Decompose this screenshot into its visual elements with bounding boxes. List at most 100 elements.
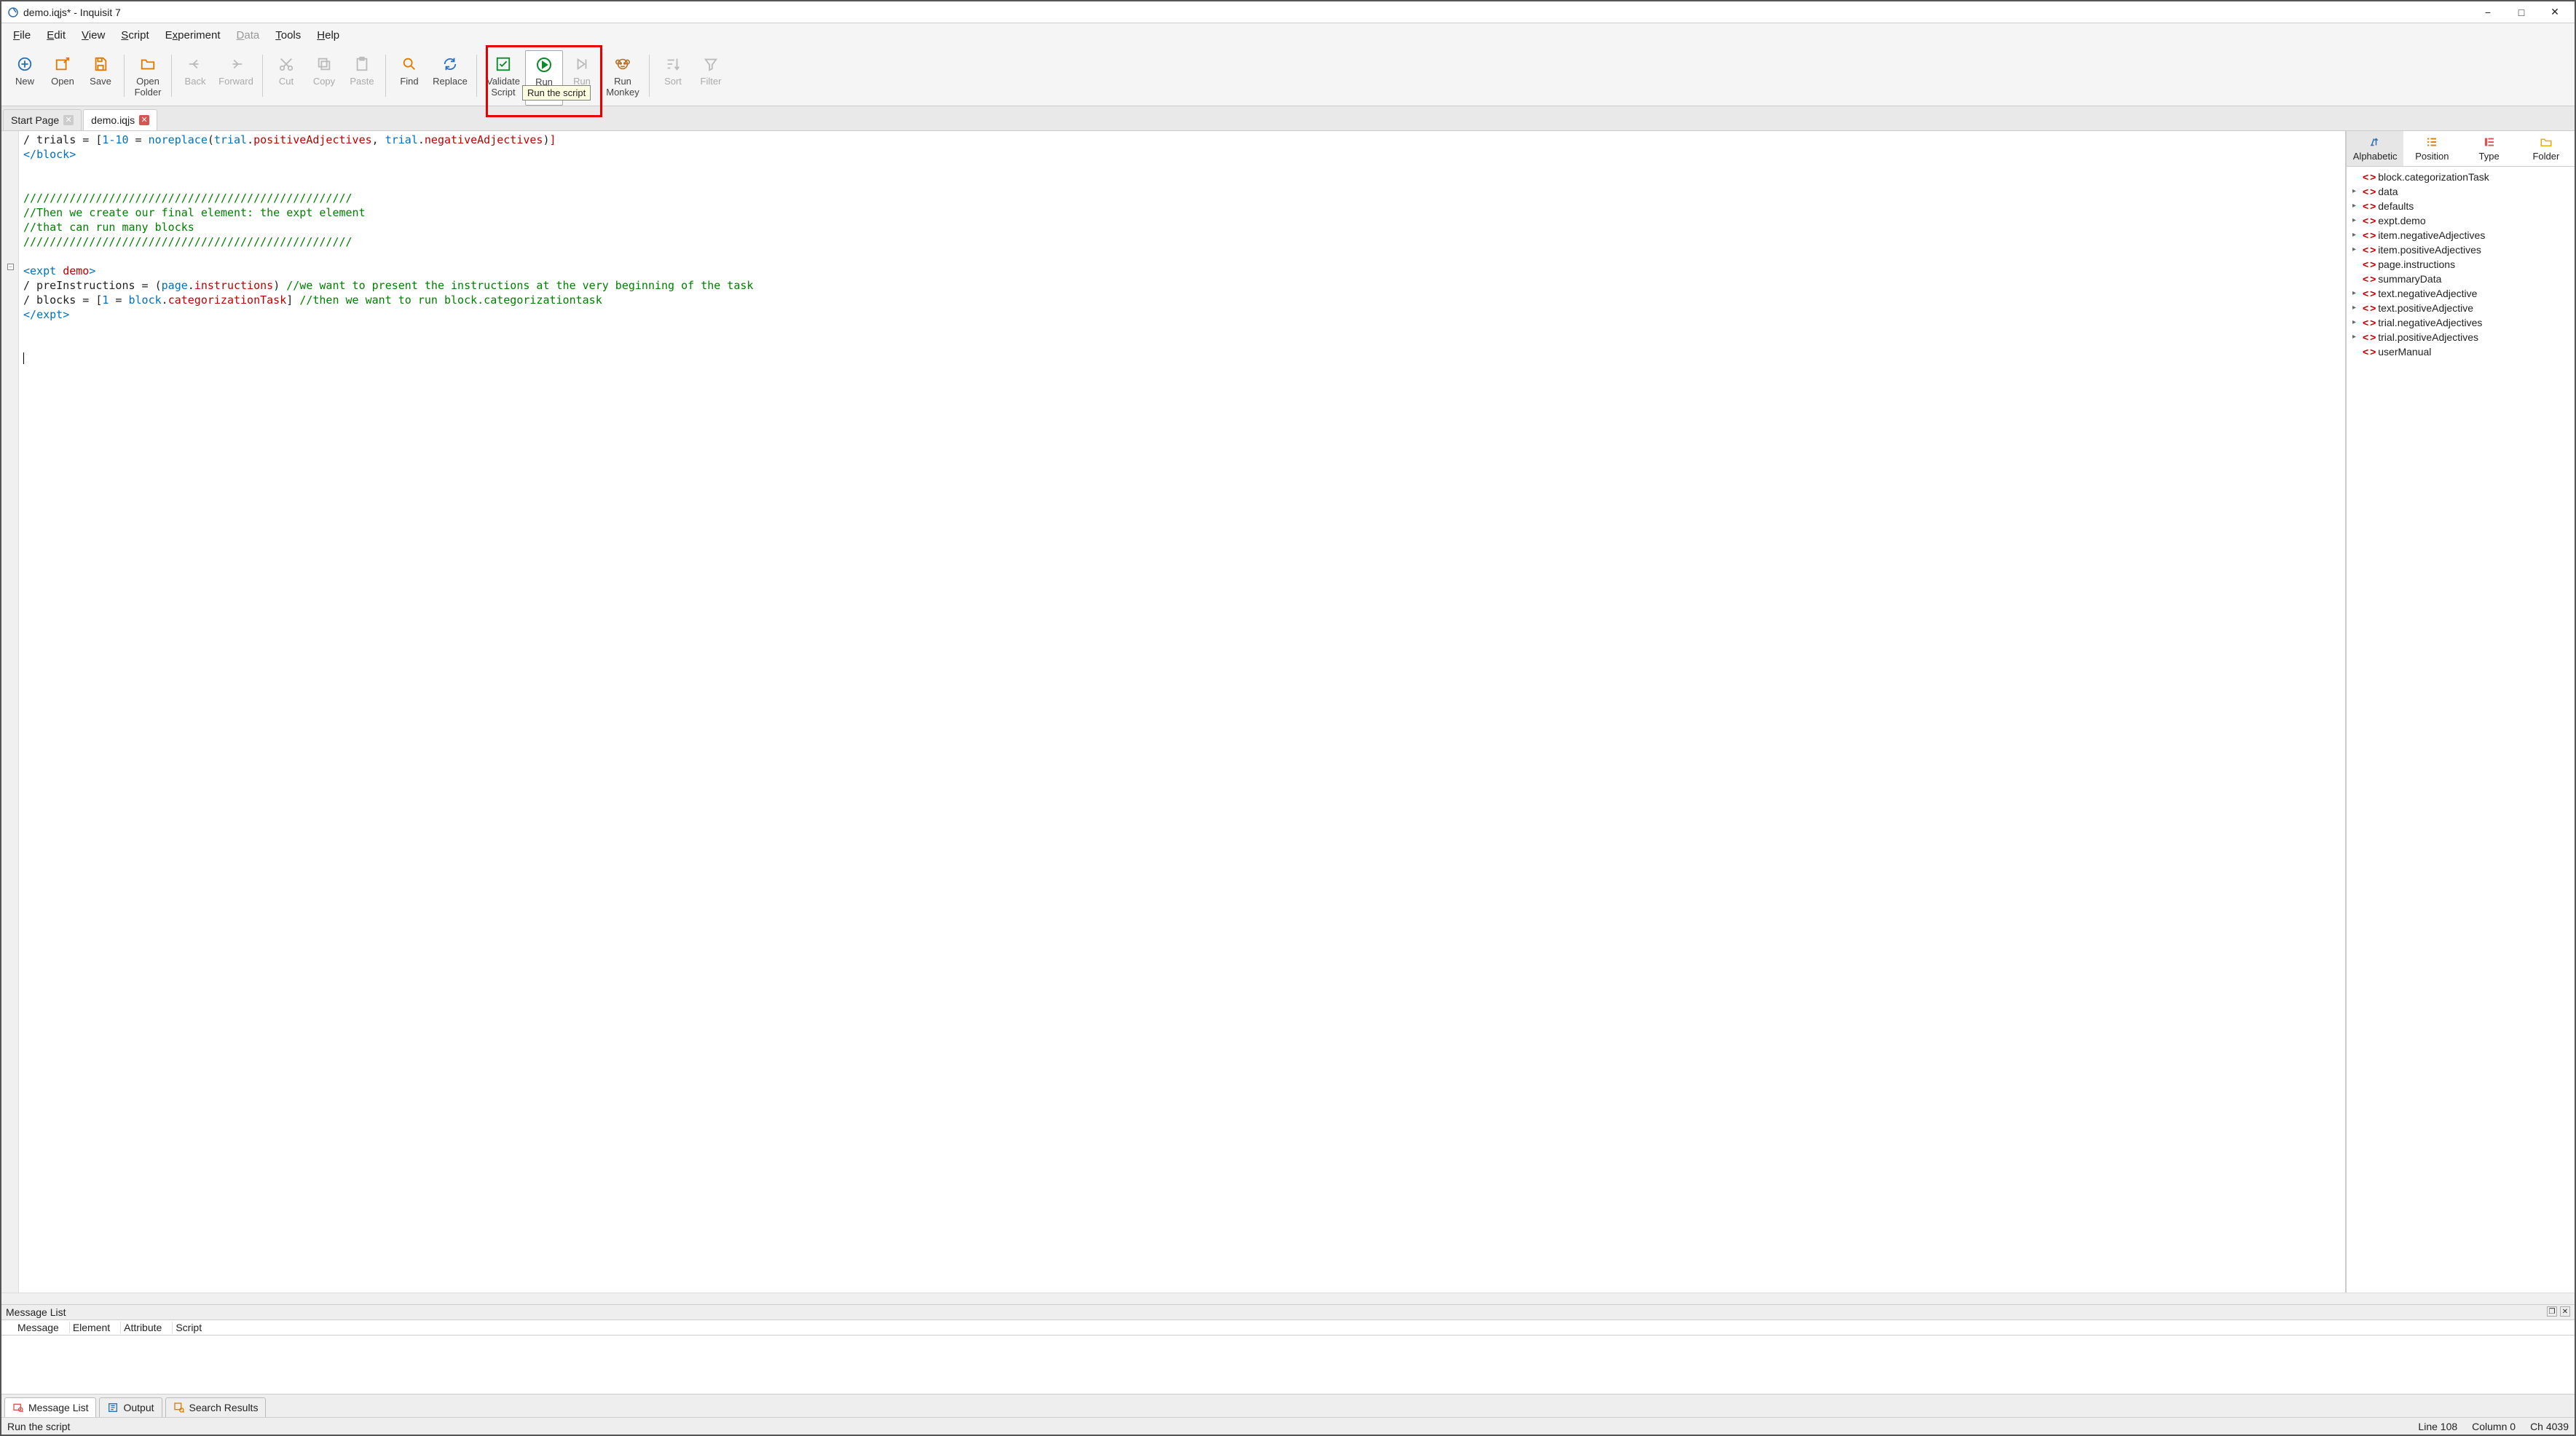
menu-experiment[interactable]: Experiment (158, 26, 228, 44)
tag-icon: < > (2363, 215, 2375, 226)
tree-item[interactable]: < >block.categorizationTask (2347, 170, 2575, 184)
tab-search-results[interactable]: Search Results (165, 1397, 267, 1417)
caret-icon[interactable]: ▸ (2352, 216, 2360, 224)
open-icon (55, 55, 71, 74)
paste-icon (354, 55, 370, 74)
tree-item-label: text.negativeAdjective (2378, 288, 2477, 299)
caret-icon[interactable]: ▸ (2352, 202, 2360, 210)
save-icon (92, 55, 109, 74)
caret-icon[interactable]: ▸ (2352, 304, 2360, 312)
tree-item[interactable]: ▸< >text.negativeAdjective (2347, 286, 2575, 301)
tab-output[interactable]: Output (99, 1397, 162, 1417)
tree-item[interactable]: ▸< >defaults (2347, 199, 2575, 213)
col-element[interactable]: Element (73, 1322, 121, 1333)
toolbar-find[interactable]: Find (390, 50, 428, 106)
check-box-icon (495, 55, 511, 74)
tag-icon: < > (2363, 317, 2375, 328)
tree-item[interactable]: ▸< >item.negativeAdjectives (2347, 228, 2575, 242)
sort-alpha-icon (2368, 135, 2382, 149)
view-tab-type[interactable]: Type (2461, 131, 2518, 166)
fold-minus-icon[interactable]: − (7, 264, 14, 270)
toolbar-copy[interactable]: Copy (305, 50, 343, 106)
step-forward-icon (574, 55, 590, 74)
toolbar-filter[interactable]: Filter (692, 50, 730, 106)
toolbar-open[interactable]: Open (44, 50, 82, 106)
tag-icon: < > (2363, 259, 2375, 270)
close-icon[interactable]: ✕ (63, 115, 74, 125)
close-button[interactable]: ✕ (2538, 2, 2572, 23)
toolbar-validate[interactable]: Validate Script (481, 50, 525, 106)
menu-view[interactable]: View (74, 26, 112, 44)
caret-icon[interactable]: ▸ (2352, 318, 2360, 326)
caret-icon[interactable]: ▸ (2352, 245, 2360, 253)
tree-item-label: userManual (2378, 346, 2431, 358)
tag-icon: < > (2363, 186, 2375, 197)
tree-item[interactable]: < >userManual (2347, 344, 2575, 359)
view-tab-alphabetic[interactable]: Alphabetic (2347, 131, 2403, 166)
tree-item-label: data (2378, 186, 2398, 197)
view-tab-folder[interactable]: Folder (2518, 131, 2575, 166)
col-attribute[interactable]: Attribute (124, 1322, 173, 1333)
tag-icon: < > (2363, 288, 2375, 299)
toolbar-open-folder[interactable]: Open Folder (129, 50, 167, 106)
toolbar-run-monkey[interactable]: Run Monkey (601, 50, 645, 106)
message-list-panel: Message List ❐ ✕ Message Element Attribu… (1, 1304, 2575, 1394)
tooltip-run: Run the script (522, 85, 591, 100)
tree-item[interactable]: ▸< >trial.negativeAdjectives (2347, 315, 2575, 330)
caret-icon[interactable]: ▸ (2352, 231, 2360, 239)
menu-data[interactable]: Data (229, 26, 267, 44)
caret-icon[interactable]: ▸ (2352, 333, 2360, 341)
tree-item[interactable]: ▸< >data (2347, 184, 2575, 199)
tree-item[interactable]: ▸< >text.positiveAdjective (2347, 301, 2575, 315)
close-icon[interactable]: ✕ (139, 115, 149, 125)
menu-tools[interactable]: Tools (268, 26, 308, 44)
toolbar-forward[interactable]: Forward (214, 50, 258, 106)
caret-icon[interactable]: ▸ (2352, 289, 2360, 297)
search-icon (401, 55, 417, 74)
code-editor[interactable]: / trials = [1-10 = noreplace(trial.posit… (19, 131, 2345, 1293)
message-list-title: Message List (6, 1306, 66, 1318)
outline-tree[interactable]: < >block.categorizationTask▸< >data▸< >d… (2347, 167, 2575, 1293)
tree-item[interactable]: ▸< >expt.demo (2347, 213, 2575, 228)
app-icon (7, 7, 19, 18)
toolbar-cut[interactable]: Cut (267, 50, 305, 106)
tree-item[interactable]: ▸< >trial.positiveAdjectives (2347, 330, 2575, 344)
menu-script[interactable]: Script (114, 26, 156, 44)
tag-icon: < > (2363, 346, 2375, 358)
cut-icon (278, 55, 294, 74)
tree-item-label: defaults (2378, 200, 2414, 212)
col-message[interactable]: Message (17, 1322, 70, 1333)
panel-close-icon[interactable]: ✕ (2560, 1306, 2570, 1317)
menu-bar: File Edit View Script Experiment Data To… (1, 23, 2575, 47)
tab-start-page[interactable]: Start Page ✕ (3, 109, 82, 130)
toolbar-sort[interactable]: Sort (654, 50, 692, 106)
toolbar-replace[interactable]: Replace (428, 50, 472, 106)
maximize-button[interactable]: □ (2505, 2, 2538, 23)
arrow-right-icon (228, 55, 244, 74)
minimize-button[interactable]: − (2471, 2, 2505, 23)
tree-item-label: summaryData (2378, 273, 2441, 285)
menu-file[interactable]: File (6, 26, 38, 44)
tree-item[interactable]: ▸< >item.positiveAdjectives (2347, 242, 2575, 257)
horizontal-scrollbar[interactable] (1, 1293, 2575, 1304)
toolbar-new[interactable]: New (6, 50, 44, 106)
toolbar-save[interactable]: Save (82, 50, 119, 106)
tab-message-list[interactable]: Message List (4, 1397, 96, 1417)
toolbar-paste[interactable]: Paste (343, 50, 381, 106)
panel-restore-icon[interactable]: ❐ (2547, 1306, 2557, 1317)
view-tab-position[interactable]: Position (2403, 131, 2460, 166)
tab-demo[interactable]: demo.iqjs ✕ (83, 109, 157, 130)
menu-help[interactable]: Help (310, 26, 347, 44)
menu-edit[interactable]: Edit (39, 26, 73, 44)
tree-item-label: block.categorizationTask (2378, 171, 2489, 183)
bottom-tabs: Message List Output Search Results (1, 1394, 2575, 1417)
col-script[interactable]: Script (176, 1322, 212, 1333)
tree-item[interactable]: < >summaryData (2347, 272, 2575, 286)
caret-icon[interactable]: ▸ (2352, 187, 2360, 195)
toolbar-back[interactable]: Back (176, 50, 214, 106)
message-columns: Message Element Attribute Script (1, 1320, 2575, 1336)
folder-icon (140, 55, 156, 74)
tree-item[interactable]: < >page.instructions (2347, 257, 2575, 272)
tree-item-label: expt.demo (2378, 215, 2425, 226)
refresh-icon (442, 55, 458, 74)
